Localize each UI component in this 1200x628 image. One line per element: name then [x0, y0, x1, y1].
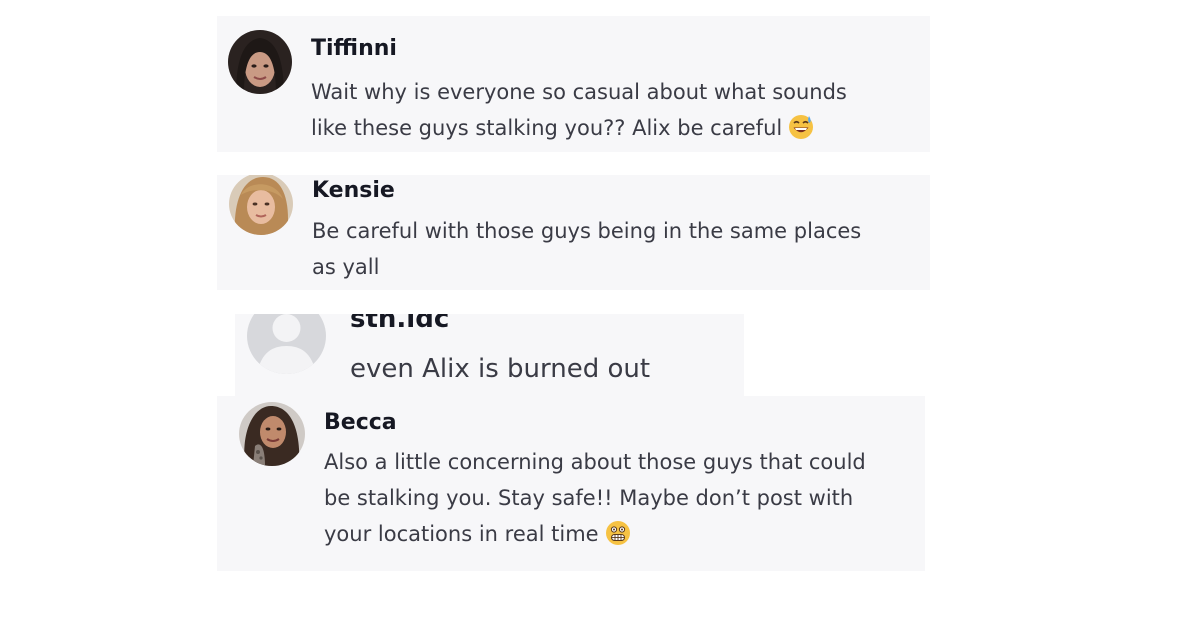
user-photo-icon — [239, 402, 305, 466]
username-sth-idc[interactable]: sth.idc — [350, 314, 449, 334]
comment-meta-cropped: ▔▔▔ ▔▔ — [324, 565, 584, 571]
avatar-tiffinni[interactable] — [228, 30, 292, 94]
comment-line: like these guys stalking you?? Alix be c… — [311, 116, 783, 140]
comment-card-kensie: Kensie Be careful with those guys being … — [217, 175, 930, 290]
comment-line: Wait why is everyone so casual about wha… — [311, 80, 847, 104]
username-becca[interactable]: Becca — [324, 410, 397, 435]
user-photo-icon — [229, 175, 293, 235]
user-photo-icon — [228, 30, 292, 94]
avatar-kensie[interactable] — [229, 175, 293, 235]
comment-card-becca: Becca Also a little concerning about tho… — [217, 396, 925, 571]
comment-text-becca: Also a little concerning about those guy… — [324, 444, 866, 552]
username-kensie[interactable]: Kensie — [312, 178, 395, 203]
comment-line: your locations in real time — [324, 522, 599, 546]
comment-line: as yall — [312, 255, 380, 279]
comment-line: Be careful with those guys being in the … — [312, 219, 862, 243]
comment-text-sth-idc: even Alix is burned out — [350, 350, 650, 388]
grinning-sweat-emoji-icon — [788, 114, 814, 140]
comment-line-with-emoji: like these guys stalking you?? Alix be c… — [311, 110, 847, 146]
username-tiffinni[interactable]: Tiffinni — [311, 36, 397, 61]
default-avatar-icon — [247, 314, 326, 374]
comment-text-tiffinni: Wait why is everyone so casual about wha… — [311, 74, 847, 146]
comment-line: Also a little concerning about those guy… — [324, 450, 866, 474]
comment-text-kensie: Be careful with those guys being in the … — [312, 213, 861, 285]
comment-line: even Alix is burned out — [350, 354, 651, 384]
avatar-sth-idc[interactable] — [247, 314, 326, 374]
comment-card-sth-idc: sth.idc even Alix is burned out — [235, 314, 744, 396]
comment-card-tiffinni: Tiffinni Wait why is everyone so casual … — [217, 16, 930, 152]
grimacing-emoji-icon — [605, 520, 631, 546]
comment-line-with-emoji: your locations in real time — [324, 516, 866, 552]
comment-line: be stalking you. Stay safe!! Maybe don’t… — [324, 486, 854, 510]
avatar-becca[interactable] — [239, 402, 305, 466]
